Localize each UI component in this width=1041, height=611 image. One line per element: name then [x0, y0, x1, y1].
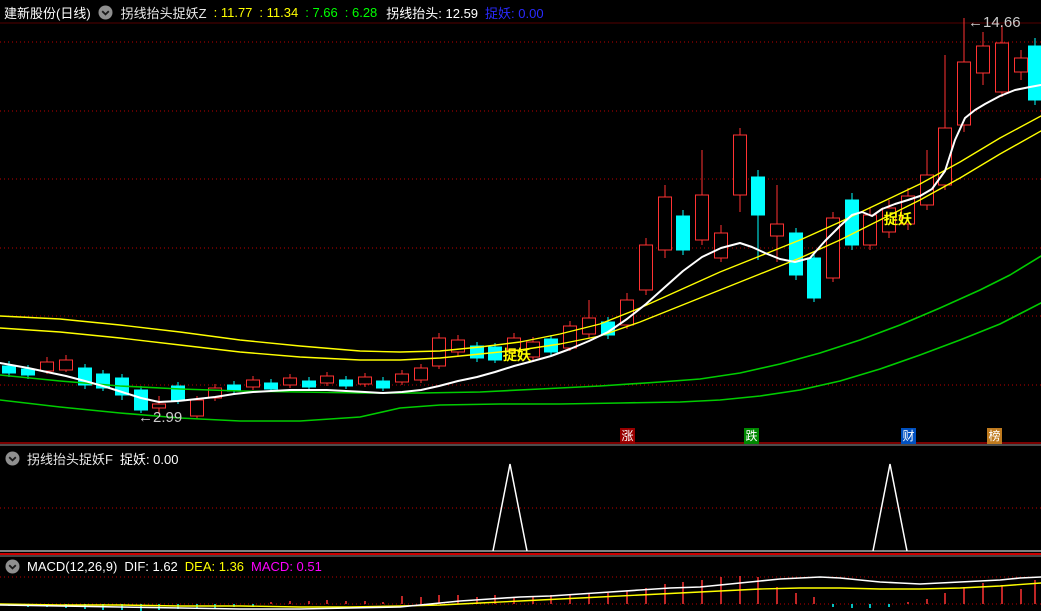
candle-body: [414, 367, 428, 381]
candle-body: [658, 196, 672, 251]
stock-title: 建新股份(日线): [4, 6, 91, 21]
candle-body: [59, 359, 73, 371]
macd-dif-value: DIF: 1.62: [124, 558, 178, 574]
panel-separator-red: [0, 553, 1041, 555]
signal-spike-triangle: [872, 463, 908, 552]
candle-body: [1028, 45, 1041, 101]
zhuoyao-value: 捉妖: 0.00: [485, 6, 544, 21]
signal-spike-triangle: [492, 463, 528, 552]
price-annotation: ←14.66: [968, 14, 1021, 31]
signal-panel-title: 拐线抬头捉妖F: [27, 452, 113, 467]
trading-app-window: 捉妖 捉妖 ←2.99 ←14.66 建新股份(日线) 拐线抬头捉妖Z : 11.77…: [0, 0, 1041, 611]
main-chart-header: 建新股份(日线) 拐线抬头捉妖Z : 11.77 : 11.34 : 7.66 …: [4, 3, 544, 22]
candle-body: [733, 134, 747, 196]
candle-body: [714, 232, 728, 259]
collapse-macd-panel-icon[interactable]: [4, 558, 20, 574]
price-annotation: ←2.99: [138, 409, 182, 426]
candle-body: [770, 223, 784, 237]
candle-body: [563, 325, 577, 349]
candle-body: [845, 199, 859, 246]
green-band-upper-line: [0, 255, 1041, 394]
candle-body: [751, 176, 765, 216]
macd-dea-line: [0, 582, 1041, 608]
macd-title: MACD(12,26,9): [27, 558, 118, 574]
price-annotation: 捉妖: [503, 347, 532, 363]
candle-body: [302, 380, 316, 388]
indicator-value-2: : 11.34: [259, 5, 299, 20]
signal-panel-header: 拐线抬头捉妖F 捉妖: 0.00: [4, 449, 178, 468]
candle-body: [283, 377, 297, 386]
price-annotation: 捉妖: [884, 211, 913, 227]
yellow-ma-lower-line: [0, 130, 1041, 361]
candle-body: [40, 361, 54, 372]
market-badge-3[interactable]: 财: [901, 428, 916, 444]
macd-panel-header: MACD(12,26,9) DIF: 1.62 DEA: 1.36 MACD: …: [4, 558, 322, 574]
candle-body: [976, 45, 990, 74]
candle-body: [190, 399, 204, 417]
market-badge-1[interactable]: 涨: [620, 428, 635, 444]
collapse-signal-panel-icon[interactable]: [4, 451, 20, 467]
indicator-value-3: : 7.66: [305, 5, 338, 20]
market-badge-2[interactable]: 跌: [744, 428, 759, 444]
candle-body: [320, 375, 334, 384]
candle-body: [246, 379, 260, 388]
macd-dea-value: DEA: 1.36: [184, 558, 245, 574]
chevron-down-icon: [5, 559, 19, 573]
guaixian-value: 拐线抬头: 12.59: [386, 6, 479, 21]
chart-canvas[interactable]: 捉妖捉妖←2.99←14.66: [0, 0, 1041, 611]
candle-body: [695, 194, 709, 241]
macd-macd-value: MACD: 0.51: [251, 558, 322, 574]
panel-separator-maroon: [0, 442, 1041, 444]
candle-body: [264, 382, 278, 390]
candle-body: [807, 257, 821, 299]
collapse-main-indicator-icon[interactable]: [98, 5, 114, 21]
candle-body: [995, 42, 1009, 93]
yellow-ma-upper-line: [0, 115, 1041, 353]
candle-body: [152, 403, 166, 409]
indicator-name: 拐线抬头捉妖Z: [120, 6, 207, 21]
candle-body: [639, 244, 653, 291]
candle-body: [1014, 57, 1028, 73]
chevron-down-icon: [5, 451, 19, 466]
candle-body: [395, 373, 409, 383]
indicator-value-4: : 6.28: [344, 5, 378, 20]
candle-body: [339, 379, 353, 387]
market-badge-4[interactable]: 榜: [987, 428, 1002, 444]
indicator-value-1: : 11.77: [213, 5, 253, 20]
candle-body: [376, 380, 390, 389]
signal-panel-value: 捉妖: 0.00: [119, 452, 179, 467]
candle-body: [2, 365, 16, 374]
candle-body: [358, 376, 372, 385]
candle-body: [432, 337, 446, 367]
candle-body: [676, 215, 690, 251]
chevron-down-icon: [98, 5, 113, 20]
candle-body: [863, 214, 877, 246]
